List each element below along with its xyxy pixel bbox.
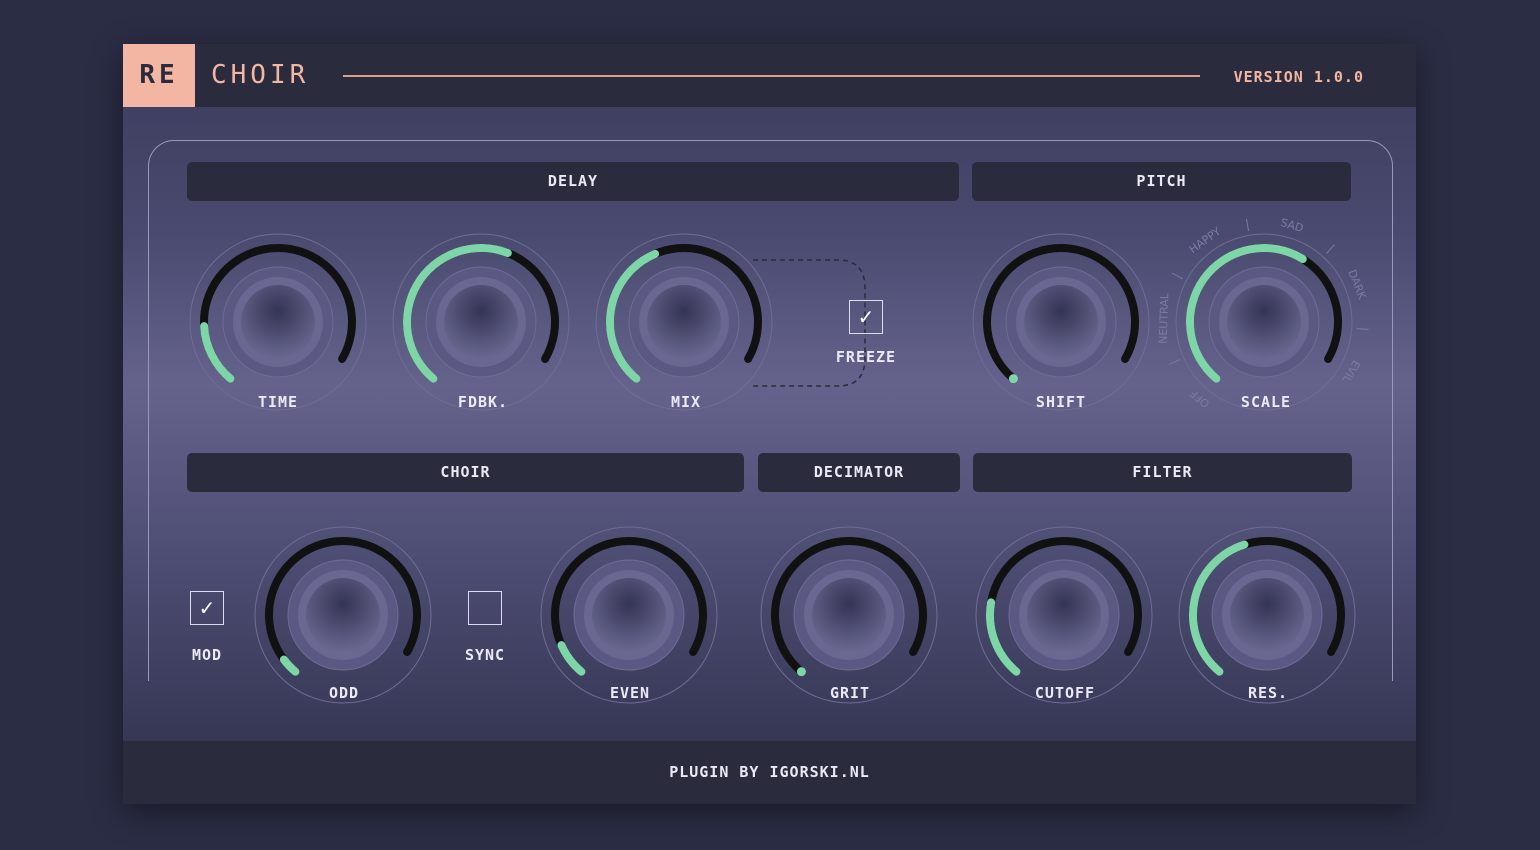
knob-cap <box>444 285 518 359</box>
knob-feedback-label: FDBK. <box>457 393 509 411</box>
knob-cutoff-label: CUTOFF <box>1034 684 1096 702</box>
knob-mix-label: MIX <box>670 393 702 411</box>
knob-grit-label: GRIT <box>829 684 871 702</box>
logo: RE <box>123 44 195 107</box>
freeze-checkbox[interactable]: ✓ <box>849 300 883 334</box>
knob-cap <box>1227 285 1301 359</box>
knob-shift-label: SHIFT <box>1035 393 1087 411</box>
sync-label: SYNC <box>464 646 506 664</box>
knob-cap <box>647 285 721 359</box>
knob-cap <box>306 578 380 652</box>
knob-grit[interactable] <box>759 525 939 705</box>
section-filter: FILTER <box>973 453 1352 492</box>
knob-mix[interactable] <box>594 232 774 412</box>
section-pitch: PITCH <box>972 162 1351 201</box>
knob-even-label: EVEN <box>609 684 651 702</box>
footer-credit: PLUGIN BY IGORSKI.NL <box>123 741 1416 804</box>
knob-cap <box>1024 285 1098 359</box>
knob-value-arc <box>279 655 300 676</box>
knob-cap <box>1027 578 1101 652</box>
version-label: VERSION 1.0.0 <box>1233 68 1364 86</box>
section-delay: DELAY <box>187 162 959 201</box>
knob-cap <box>1230 578 1304 652</box>
sync-checkbox[interactable] <box>468 591 502 625</box>
knob-cap <box>592 578 666 652</box>
knob-time[interactable] <box>188 232 368 412</box>
mod-label: MOD <box>191 646 223 664</box>
freeze-label: FREEZE <box>835 348 897 366</box>
section-decimator: DECIMATOR <box>758 453 960 492</box>
knob-odd[interactable] <box>253 525 433 705</box>
knob-time-label: TIME <box>257 393 299 411</box>
knob-cap <box>812 578 886 652</box>
knob-even[interactable] <box>539 525 719 705</box>
knob-scale[interactable] <box>1174 232 1354 412</box>
section-choir: CHOIR <box>187 453 744 492</box>
scale-option-neutral: NEUTRAL <box>1156 292 1172 344</box>
plugin-window: RE CHOIR VERSION 1.0.0 DELAY PITCH CHOIR… <box>123 44 1416 804</box>
plugin-title: CHOIR <box>211 60 310 90</box>
title-divider <box>343 75 1200 77</box>
knob-cap <box>241 285 315 359</box>
knob-shift[interactable] <box>971 232 1151 412</box>
knob-feedback[interactable] <box>391 232 571 412</box>
knob-value-dot <box>1008 374 1018 384</box>
mod-checkbox[interactable]: ✓ <box>190 591 224 625</box>
header-bar: RE CHOIR VERSION 1.0.0 <box>123 44 1416 107</box>
knob-resonance-label: RES. <box>1247 684 1289 702</box>
knob-value-dot <box>796 667 806 677</box>
knob-resonance[interactable] <box>1177 525 1357 705</box>
knob-cutoff[interactable] <box>974 525 1154 705</box>
knob-odd-label: ODD <box>328 684 360 702</box>
